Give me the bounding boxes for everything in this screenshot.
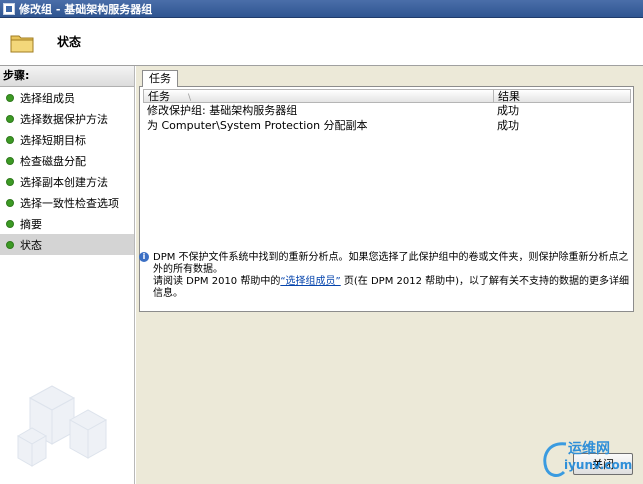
steps-sidebar: 步骤: 选择组成员 选择数据保护方法 选择短期目标 检查磁盘分配 选择副本创建方… <box>0 66 135 484</box>
step-protection-method[interactable]: 选择数据保护方法 <box>0 108 134 129</box>
step-short-term-goals[interactable]: 选择短期目标 <box>0 129 134 150</box>
step-summary[interactable]: 摘要 <box>0 213 134 234</box>
column-header-task[interactable]: 任务 \ <box>144 90 494 103</box>
table-row[interactable]: 修改保护组: 基础架构服务器组 成功 <box>143 103 631 118</box>
step-label: 选择组成员 <box>20 91 75 105</box>
status-dot-icon <box>6 240 14 249</box>
result-cell: 成功 <box>497 119 519 132</box>
status-dot-icon <box>6 177 14 186</box>
status-dot-icon <box>6 198 14 207</box>
folder-icon <box>10 35 34 53</box>
step-select-members[interactable]: 选择组成员 <box>0 87 134 108</box>
step-label: 状态 <box>20 238 42 252</box>
info-icon: i <box>139 252 149 262</box>
main-panel: 任务 任务 \ 结果 修改保护组: 基础架构服务器组 成功 为 Computer\… <box>136 66 643 484</box>
window-title: 修改组 - 基础架构服务器组 <box>19 2 153 16</box>
status-dot-icon <box>6 93 14 102</box>
step-label: 检查磁盘分配 <box>20 154 86 168</box>
task-cell: 为 Computer\System Protection 分配副本 <box>147 119 368 132</box>
step-consistency-check[interactable]: 选择一致性检查选项 <box>0 192 134 213</box>
step-label: 选择短期目标 <box>20 133 86 147</box>
info-text: DPM 不保护文件系统中找到的重新分析点。如果您选择了此保护组中的卷或文件夹，则… <box>153 252 634 300</box>
step-disk-allocation[interactable]: 检查磁盘分配 <box>0 150 134 171</box>
step-label: 摘要 <box>20 217 42 231</box>
step-status[interactable]: 状态 <box>0 234 134 255</box>
task-cell: 修改保护组: 基础架构服务器组 <box>147 104 298 117</box>
tab-tasks[interactable]: 任务 <box>142 70 178 87</box>
page-title: 状态 <box>57 35 82 49</box>
step-label: 选择副本创建方法 <box>20 175 108 189</box>
wizard-header: 状态 <box>0 18 643 66</box>
site-watermark: 运维网 iyunv.com <box>540 436 640 482</box>
app-icon <box>3 2 15 15</box>
step-replica-method[interactable]: 选择副本创建方法 <box>0 171 134 192</box>
step-label: 选择一致性检查选项 <box>20 196 119 210</box>
info-line-2: 请阅读 DPM 2010 帮助中的“选择组成员” 页(在 DPM 2012 帮助… <box>153 276 630 299</box>
info-line-1: DPM 不保护文件系统中找到的重新分析点。如果您选择了此保护组中的卷或文件夹，则… <box>153 252 629 275</box>
status-dot-icon <box>6 114 14 123</box>
table-header: 任务 \ 结果 <box>143 89 631 103</box>
status-dot-icon <box>6 156 14 165</box>
title-bar: 修改组 - 基础架构服务器组 <box>0 0 643 18</box>
step-label: 选择数据保护方法 <box>20 112 108 126</box>
status-dot-icon <box>6 219 14 228</box>
status-dot-icon <box>6 135 14 144</box>
result-cell: 成功 <box>497 104 519 117</box>
sort-arrow-icon: \ <box>188 93 192 103</box>
servers-watermark-icon <box>16 385 108 467</box>
column-header-result[interactable]: 结果 <box>494 90 630 103</box>
steps-header: 步骤: <box>0 66 134 87</box>
info-message: i DPM 不保护文件系统中找到的重新分析点。如果您选择了此保护组中的卷或文件夹… <box>139 252 634 300</box>
task-results-table: 任务 \ 结果 修改保护组: 基础架构服务器组 成功 为 Computer\Sys… <box>143 89 631 133</box>
watermark-en: iyunv.com <box>564 458 633 472</box>
select-members-help-link[interactable]: “选择组成员” <box>280 276 340 287</box>
watermark-cn: 运维网 <box>568 441 610 457</box>
table-row[interactable]: 为 Computer\System Protection 分配副本 成功 <box>143 118 631 133</box>
